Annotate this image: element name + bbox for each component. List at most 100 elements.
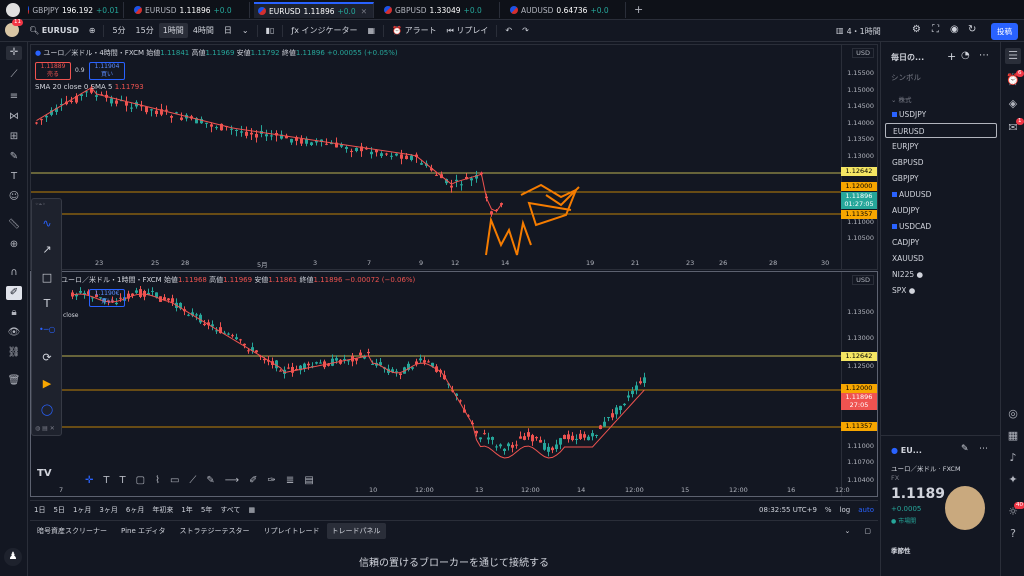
watchlist-icon[interactable]: ☰	[1005, 48, 1021, 64]
add-tab-icon[interactable]: +	[634, 3, 643, 16]
sell-button[interactable]: 1.11889 売る	[35, 62, 71, 80]
watchlist-item[interactable]: AUDJPY	[885, 203, 997, 218]
price-range-icon[interactable]: •─○	[39, 325, 56, 341]
range-1m[interactable]: 1ヶ月	[69, 505, 95, 515]
range-1y[interactable]: 1年	[177, 505, 196, 515]
calendar-icon[interactable]: ▦	[1005, 428, 1021, 444]
settings-icon[interactable]: ⚙	[912, 24, 921, 35]
tab-eurusd-active[interactable]: EURUSD 1.11896 +0.0 ✕	[254, 2, 374, 18]
chat-icon[interactable]: ✉ 1	[1005, 118, 1024, 136]
tab-trade-panel[interactable]: トレードパネル	[326, 522, 386, 539]
rotate-icon[interactable]: ⟳	[39, 351, 55, 367]
chart-pane-4h[interactable]: ● ユーロ／米ドル・4時間・FXCM 始値1.11841 高値1.11969 安…	[30, 44, 878, 270]
log-toggle[interactable]: log	[836, 506, 855, 514]
add-symbol-icon[interactable]: +	[947, 50, 956, 63]
trash-icon[interactable]: 🗑︎	[6, 374, 22, 388]
text-icon[interactable]: T	[103, 475, 109, 491]
range-6m[interactable]: 6ヶ月	[122, 505, 148, 515]
chart-type-icon[interactable]: ▮▯	[261, 26, 280, 35]
interval-4h[interactable]: 4時間	[188, 25, 219, 36]
range-ytd[interactable]: 年初来	[148, 505, 177, 515]
watchlist-item[interactable]: EURUSD	[885, 123, 997, 138]
stay-drawing-icon[interactable]: ✐	[6, 286, 22, 300]
camera-icon[interactable]: ◉	[950, 24, 959, 35]
tab-pine-editor[interactable]: Pine エディタ	[114, 526, 173, 536]
link-icon[interactable]: ⛓	[6, 346, 22, 360]
currency-label[interactable]: USD	[852, 48, 874, 58]
emoji-icon[interactable]: ☺	[6, 190, 22, 204]
chart-icon[interactable]: ◔	[961, 50, 970, 61]
toolbar-footer[interactable]: ◍ ▤ ✕	[35, 425, 55, 432]
bell-icon[interactable]: ♪	[1005, 450, 1021, 466]
auto-toggle[interactable]: auto	[854, 506, 878, 514]
lot-size[interactable]: 0.9	[75, 67, 85, 74]
help-icon[interactable]: ♟	[4, 548, 22, 566]
watchlist-item[interactable]: GBPUSD	[885, 155, 997, 170]
notification-icon[interactable]: ✦	[1005, 472, 1021, 488]
magnet-icon[interactable]: ∩	[6, 266, 22, 280]
buy-button[interactable]: 1.1190€ 買い	[89, 289, 125, 307]
rectangle-icon[interactable]: □	[39, 271, 55, 287]
maximize-icon[interactable]: ▢	[857, 527, 878, 535]
tab-strategy-tester[interactable]: ストラテジーテスター	[173, 526, 257, 536]
chevron-down-icon[interactable]: ⌄	[237, 26, 254, 35]
brush-icon[interactable]: ✐	[249, 475, 257, 491]
watchlist-item[interactable]: SPX ●	[885, 283, 997, 298]
pattern-icon[interactable]: ⋈	[6, 110, 22, 124]
fib-icon[interactable]: ≡	[6, 90, 22, 104]
redo-icon[interactable]: ↷	[517, 26, 534, 35]
close-icon[interactable]: ✕	[361, 7, 367, 16]
crosshair-icon[interactable]: ✛	[85, 475, 93, 491]
tab-gbpusd[interactable]: GBPUSD 1.33049 +0.0	[380, 2, 500, 18]
text-icon[interactable]: T	[120, 475, 126, 491]
detail-symbol[interactable]: ● EU...	[891, 446, 922, 455]
more-icon[interactable]: ⋯	[979, 444, 988, 454]
watchlist-item[interactable]: CADJPY	[885, 235, 997, 250]
path-icon[interactable]: ⌇	[155, 475, 160, 491]
tab-replay-trade[interactable]: リプレイトレード	[257, 526, 327, 536]
eye-icon[interactable]: 👁︎	[6, 326, 22, 340]
crosshair-icon[interactable]: ✛	[6, 46, 22, 60]
callout-icon[interactable]: ▭	[170, 475, 179, 491]
brush-icon[interactable]: ✎	[6, 150, 22, 164]
watchlist-item[interactable]: NI225 ●	[885, 267, 997, 282]
compare-icon[interactable]: ⊕	[84, 26, 101, 35]
pen-icon[interactable]: ✎	[206, 475, 214, 491]
price-axis[interactable]: USD 1.15500 1.15000 1.14500 1.14000 1.13500 1…	[841, 45, 877, 269]
templates-icon[interactable]: ▦	[363, 26, 381, 35]
collapse-icon[interactable]: ⌄	[838, 527, 858, 535]
currency-label[interactable]: USD	[852, 275, 874, 285]
section-header[interactable]: ⌄ 株式	[891, 94, 912, 104]
watchlist-item[interactable]: USDJPY	[885, 107, 997, 122]
layout-selector[interactable]: ▥ 4・1時間	[836, 26, 881, 37]
interval-15m[interactable]: 15分	[131, 25, 159, 36]
interval-5m[interactable]: 5分	[107, 25, 130, 36]
tab-audusd[interactable]: AUDUSD 0.64736 +0.0	[506, 2, 626, 18]
watchlist-item[interactable]: GBPJPY	[885, 171, 997, 186]
replay-play-icon[interactable]: ▶	[39, 377, 55, 393]
refresh-icon[interactable]: ↻	[968, 24, 976, 35]
lock-icon[interactable]: 🔒︎	[6, 306, 22, 320]
toolbar-handle[interactable]: ◦⌁◦	[35, 201, 46, 208]
marker-icon[interactable]: ✑	[268, 475, 276, 491]
post-button[interactable]: 投稿	[991, 23, 1018, 40]
range-all[interactable]: すべて	[216, 505, 244, 515]
price-axis[interactable]: USD 1.135001.130001.125001.120001.115001…	[841, 272, 877, 496]
gann-icon[interactable]: ▤	[304, 475, 313, 491]
range-5d[interactable]: 5日	[49, 505, 68, 515]
alert-button[interactable]: ⏰ アラート	[387, 25, 442, 36]
fib-icon[interactable]: ≣	[286, 475, 294, 491]
undo-icon[interactable]: ↶	[500, 26, 517, 35]
fullscreen-icon[interactable]: ⛶	[932, 24, 939, 35]
bulb-icon[interactable]: ☼ 40	[1005, 502, 1024, 520]
avatar[interactable]: 11	[0, 18, 24, 39]
text-icon[interactable]: T	[6, 170, 22, 184]
cycle-icon[interactable]: ◯	[39, 403, 55, 419]
interval-day[interactable]: 日	[219, 25, 237, 36]
buy-button[interactable]: 1.11904 買い	[89, 62, 125, 80]
curve-icon[interactable]: ∿	[39, 217, 55, 233]
layers-icon[interactable]: ◈	[1005, 96, 1021, 112]
forecast-icon[interactable]: ⊞	[6, 130, 22, 144]
line-icon[interactable]: ⟋	[189, 475, 196, 491]
range-5y[interactable]: 5年	[197, 505, 216, 515]
